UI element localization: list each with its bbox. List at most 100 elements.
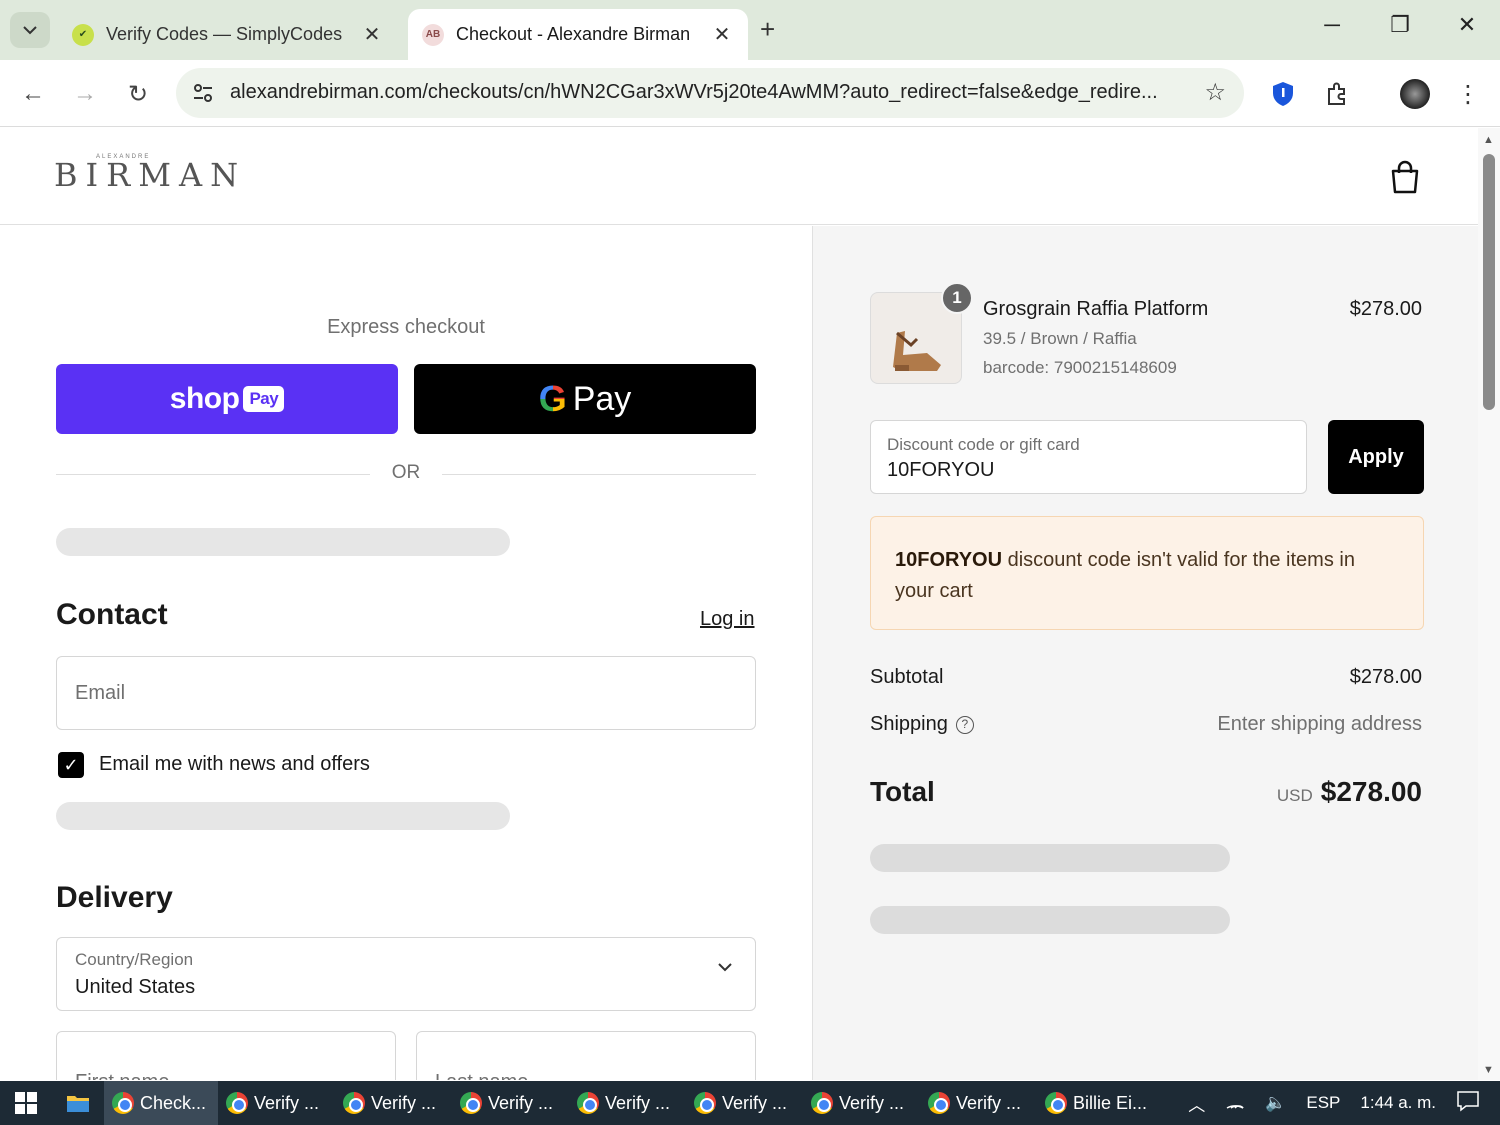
taskbar-app-verify[interactable]: Verify ... bbox=[920, 1081, 1037, 1125]
scroll-down-arrow-icon[interactable]: ▼ bbox=[1483, 1064, 1494, 1076]
new-tab-button[interactable]: + bbox=[760, 14, 775, 45]
taskbar-app-verify[interactable]: Verify ... bbox=[335, 1081, 452, 1125]
help-circle-icon[interactable]: ? bbox=[955, 716, 974, 734]
windows-start-icon[interactable] bbox=[0, 1081, 52, 1125]
loading-skeleton bbox=[870, 844, 1230, 872]
chevron-down-icon bbox=[23, 25, 37, 34]
chrome-icon bbox=[694, 1092, 716, 1114]
first-name-input[interactable] bbox=[57, 1032, 395, 1080]
country-label: Country/Region bbox=[75, 950, 194, 969]
shop-pay-text: shop bbox=[169, 382, 240, 415]
tab-checkout[interactable]: AB Checkout - Alexandre Birman ✕ bbox=[408, 9, 748, 60]
file-explorer-icon[interactable] bbox=[52, 1081, 104, 1125]
tab-search-button[interactable] bbox=[10, 12, 50, 48]
address-bar[interactable]: alexandrebirman.com/checkouts/cn/hWN2CGa… bbox=[176, 68, 1244, 118]
back-arrow-icon[interactable]: ← bbox=[15, 76, 51, 112]
taskbar-app-verify[interactable]: Verify ... bbox=[686, 1081, 803, 1125]
brand-logo[interactable]: BIRMAN bbox=[54, 156, 246, 194]
discount-code-field[interactable]: Discount code or gift card 10FORYOU bbox=[870, 420, 1307, 494]
chevron-down-icon bbox=[718, 963, 732, 972]
scroll-up-arrow-icon[interactable]: ▲ bbox=[1483, 134, 1494, 146]
alexandre-birman-favicon: AB bbox=[422, 23, 444, 46]
windows-taskbar: Check... Verify ... Verify ... Verify ..… bbox=[0, 1081, 1500, 1125]
checkout-form: Express checkout shop Pay G Pay OR Conta… bbox=[0, 226, 812, 1080]
taskbar-app-verify[interactable]: Verify ... bbox=[803, 1081, 920, 1125]
tab-title: Checkout - Alexandre Birman bbox=[456, 24, 691, 44]
taskbar-app-label: Verify ... bbox=[371, 1092, 437, 1113]
chrome-icon bbox=[811, 1092, 833, 1114]
wifi-icon[interactable] bbox=[1225, 1093, 1245, 1114]
more-menu-icon[interactable]: ⋮ bbox=[1450, 76, 1486, 112]
language-indicator[interactable]: ESP bbox=[1306, 1093, 1340, 1113]
apply-button[interactable]: Apply bbox=[1328, 420, 1424, 494]
taskbar-app-verify[interactable]: Verify ... bbox=[452, 1081, 569, 1125]
wifi-signal-icon bbox=[1226, 1104, 1244, 1109]
shop-pay-badge: Pay bbox=[243, 386, 285, 412]
product-price: $278.00 bbox=[1349, 298, 1422, 320]
taskbar-app-billie[interactable]: Billie Ei... bbox=[1037, 1081, 1151, 1125]
chrome-icon bbox=[1045, 1092, 1067, 1114]
shipping-value: Enter shipping address bbox=[1217, 713, 1422, 735]
clock[interactable]: 1:44 a. m. bbox=[1360, 1093, 1436, 1113]
scrollbar-thumb[interactable] bbox=[1483, 154, 1495, 410]
discount-input[interactable]: 10FORYOU bbox=[887, 459, 994, 482]
url-text[interactable]: alexandrebirman.com/checkouts/cn/hWN2CGa… bbox=[230, 81, 1190, 104]
delivery-heading: Delivery bbox=[56, 881, 173, 914]
subtotal-label: Subtotal bbox=[870, 666, 944, 688]
shop-pay-button[interactable]: shop Pay bbox=[56, 364, 398, 434]
shipping-label: Shipping bbox=[870, 713, 948, 735]
reload-icon[interactable]: ↻ bbox=[120, 76, 156, 112]
taskbar-app-verify[interactable]: Verify ... bbox=[569, 1081, 686, 1125]
google-pay-button[interactable]: G Pay bbox=[414, 364, 756, 434]
window-close-icon[interactable]: ✕ bbox=[1447, 12, 1487, 38]
minimize-icon[interactable]: ─ bbox=[1312, 12, 1352, 38]
system-tray: ︿ 🔈 ESP 1:44 a. m. bbox=[1188, 1081, 1500, 1125]
extensions-puzzle-icon[interactable] bbox=[1319, 76, 1355, 112]
login-link[interactable]: Log in bbox=[700, 608, 755, 631]
product-variant: 39.5 / Brown / Raffia bbox=[983, 329, 1137, 348]
taskbar-app-label: Verify ... bbox=[722, 1092, 788, 1113]
taskbar-app-label: Verify ... bbox=[488, 1092, 554, 1113]
taskbar-app-verify[interactable]: Verify ... bbox=[218, 1081, 335, 1125]
loading-skeleton bbox=[56, 802, 510, 830]
bookmark-star-icon[interactable]: ☆ bbox=[1204, 78, 1226, 107]
taskbar-app-label: Billie Ei... bbox=[1073, 1092, 1148, 1113]
taskbar-app-checkout[interactable]: Check... bbox=[104, 1081, 218, 1125]
total-label: Total bbox=[870, 776, 935, 807]
country-select[interactable]: Country/Region United States bbox=[56, 937, 756, 1011]
tab-simplycodes[interactable]: ✔ Verify Codes — SimplyCodes ✕ bbox=[58, 9, 398, 60]
tab-title: Verify Codes — SimplyCodes bbox=[106, 24, 343, 44]
restore-icon[interactable]: ❐ bbox=[1380, 12, 1420, 38]
country-value: United States bbox=[75, 976, 196, 998]
site-settings-icon[interactable] bbox=[190, 80, 216, 106]
email-field[interactable] bbox=[56, 656, 756, 730]
profile-avatar[interactable] bbox=[1397, 76, 1433, 112]
chrome-icon bbox=[460, 1092, 482, 1114]
volume-icon[interactable]: 🔈 bbox=[1265, 1093, 1286, 1113]
order-summary: 1 Grosgrain Raffia Platform 39.5 / Brown… bbox=[812, 226, 1478, 1080]
first-name-field[interactable] bbox=[56, 1031, 396, 1080]
simplycodes-icon: ✔ bbox=[72, 23, 94, 46]
discount-error-alert: 10FORYOU discount code isn't valid for t… bbox=[870, 516, 1424, 630]
shield-icon[interactable] bbox=[1265, 76, 1301, 112]
taskbar-app-label: Check... bbox=[140, 1092, 207, 1113]
chrome-icon bbox=[343, 1092, 365, 1114]
email-input[interactable] bbox=[57, 657, 755, 729]
chrome-icon bbox=[577, 1092, 599, 1114]
discount-label: Discount code or gift card bbox=[887, 435, 1080, 454]
close-icon[interactable]: ✕ bbox=[710, 22, 734, 47]
notifications-icon[interactable] bbox=[1456, 1090, 1480, 1117]
last-name-field[interactable] bbox=[416, 1031, 756, 1080]
total-value-row: USD $278.00 bbox=[1277, 776, 1422, 808]
page-scrollbar[interactable]: ▲ ▼ bbox=[1478, 128, 1500, 1080]
last-name-input[interactable] bbox=[417, 1032, 755, 1080]
shopping-bag-icon[interactable] bbox=[1390, 160, 1420, 194]
newsletter-checkbox[interactable]: ✓ bbox=[58, 752, 84, 778]
contact-heading: Contact bbox=[56, 598, 168, 631]
forward-arrow-icon[interactable]: → bbox=[67, 76, 103, 112]
close-icon[interactable]: ✕ bbox=[360, 22, 384, 47]
chevron-up-icon[interactable]: ︿ bbox=[1188, 1091, 1205, 1116]
google-g-icon: G bbox=[538, 378, 567, 419]
newsletter-label[interactable]: Email me with news and offers bbox=[99, 753, 370, 776]
loading-skeleton bbox=[870, 906, 1230, 934]
